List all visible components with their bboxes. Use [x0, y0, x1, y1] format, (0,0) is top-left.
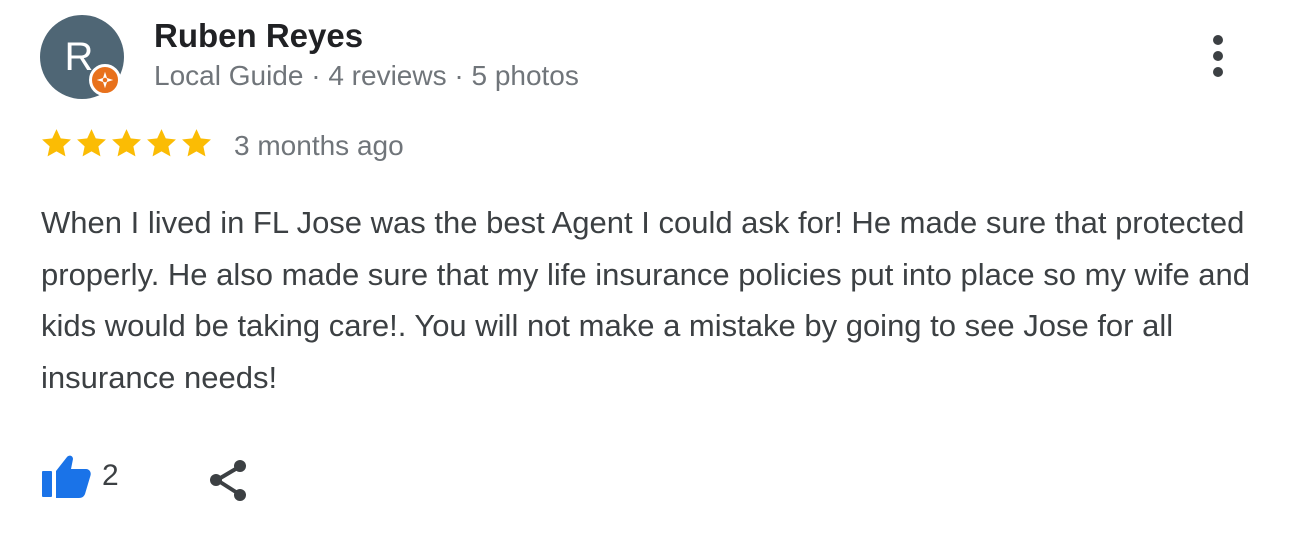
star-icon	[182, 129, 211, 157]
like-count: 2	[102, 459, 119, 492]
star-icon	[112, 129, 141, 157]
review-date: 3 months ago	[234, 130, 404, 161]
review-card: R Ruben Reyes Local Guide · 4 reviews · …	[0, 0, 1290, 545]
more-vert-icon-dot	[1213, 67, 1223, 77]
local-guide-star-icon	[96, 71, 114, 89]
star-icon	[42, 129, 71, 157]
review-text: When I lived in FL Jose was the best Age…	[41, 205, 1251, 395]
more-vert-icon-dot	[1213, 51, 1223, 61]
star-icon	[147, 129, 176, 157]
author-meta: Local Guide · 4 reviews · 5 photos	[154, 60, 579, 91]
like-button[interactable]: 2	[40, 453, 119, 499]
local-guide-badge-icon	[89, 64, 121, 96]
share-button[interactable]	[206, 458, 252, 504]
share-icon	[210, 460, 246, 501]
thumbs-up-icon	[42, 455, 91, 498]
avatar-initial: R	[64, 35, 94, 79]
star-icon	[77, 129, 106, 157]
more-vert-icon	[1213, 35, 1223, 45]
star-rating	[40, 127, 213, 160]
more-options-button[interactable]	[1196, 30, 1240, 82]
author-name[interactable]: Ruben Reyes	[154, 17, 363, 55]
